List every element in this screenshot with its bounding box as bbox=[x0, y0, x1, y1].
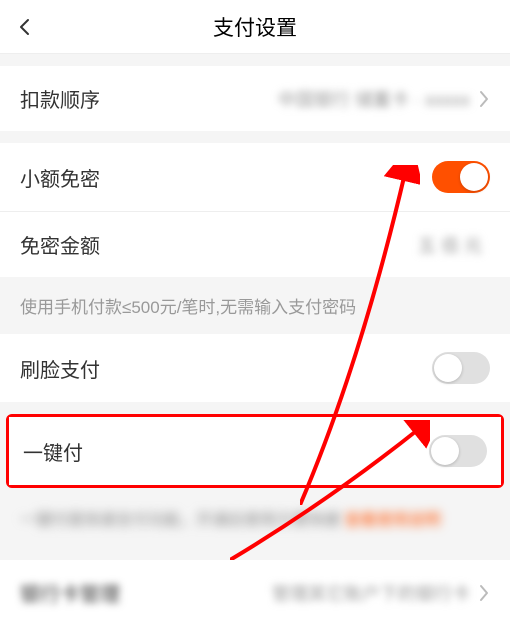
chevron-left-icon bbox=[15, 17, 35, 37]
blurred-info: 一键付是快速支付功能，开通后使用方便快捷 查看使用说明 bbox=[0, 488, 510, 548]
toggle-knob bbox=[460, 163, 488, 191]
deduction-order-label: 扣款顺序 bbox=[20, 84, 100, 113]
face-pay-section: 刷脸支付 bbox=[0, 334, 510, 402]
hint-text: 使用手机付款≤500元/笔时,无需输入支付密码 bbox=[0, 277, 510, 334]
deduction-order-value: 中国银行 储蓄卡 · xxxxx bbox=[278, 86, 470, 112]
blurred-link: 查看使用说明 bbox=[344, 512, 440, 529]
bank-manage-label: 银行卡管理 bbox=[20, 578, 120, 607]
section-gap bbox=[0, 131, 510, 143]
page-title: 支付设置 bbox=[213, 12, 297, 42]
header-bar: 支付设置 bbox=[0, 0, 510, 54]
deduction-section: 扣款顺序 中国银行 储蓄卡 · xxxxx bbox=[0, 66, 510, 131]
section-gap bbox=[0, 548, 510, 560]
back-button[interactable] bbox=[15, 17, 35, 37]
small-amount-label: 小额免密 bbox=[20, 163, 100, 192]
toggle-knob bbox=[431, 437, 459, 465]
face-pay-row: 刷脸支付 bbox=[0, 334, 510, 402]
exempt-amount-row[interactable]: 免密金额 五 佰 元 bbox=[0, 212, 510, 277]
one-click-pay-label: 一键付 bbox=[23, 437, 83, 466]
section-gap bbox=[0, 54, 510, 66]
blurred-description: 一键付是快速支付功能，开通后使用方便快捷 bbox=[20, 512, 340, 529]
chevron-right-icon bbox=[478, 90, 490, 108]
section-gap bbox=[0, 402, 510, 414]
exempt-amount-label: 免密金额 bbox=[20, 230, 100, 259]
small-amount-toggle[interactable] bbox=[432, 161, 490, 193]
deduction-order-row[interactable]: 扣款顺序 中国银行 储蓄卡 · xxxxx bbox=[0, 66, 510, 131]
face-pay-label: 刷脸支付 bbox=[20, 354, 100, 383]
one-click-pay-toggle[interactable] bbox=[429, 435, 487, 467]
row-right: 管理其它账户下的银行卡 bbox=[272, 580, 490, 606]
toggle-knob bbox=[434, 354, 462, 382]
row-right: 中国银行 储蓄卡 · xxxxx bbox=[278, 86, 490, 112]
face-pay-toggle[interactable] bbox=[432, 352, 490, 384]
chevron-right-icon bbox=[478, 584, 490, 602]
password-free-section: 小额免密 免密金额 五 佰 元 bbox=[0, 143, 510, 277]
exempt-amount-value: 五 佰 元 bbox=[418, 232, 482, 258]
row-right: 五 佰 元 bbox=[418, 232, 490, 258]
bank-manage-row[interactable]: 银行卡管理 管理其它账户下的银行卡 bbox=[0, 560, 510, 625]
small-amount-row: 小额免密 bbox=[0, 143, 510, 212]
annotation-highlight: 一键付 bbox=[6, 414, 504, 488]
bank-manage-value: 管理其它账户下的银行卡 bbox=[272, 580, 470, 606]
one-click-pay-row: 一键付 bbox=[9, 417, 501, 485]
